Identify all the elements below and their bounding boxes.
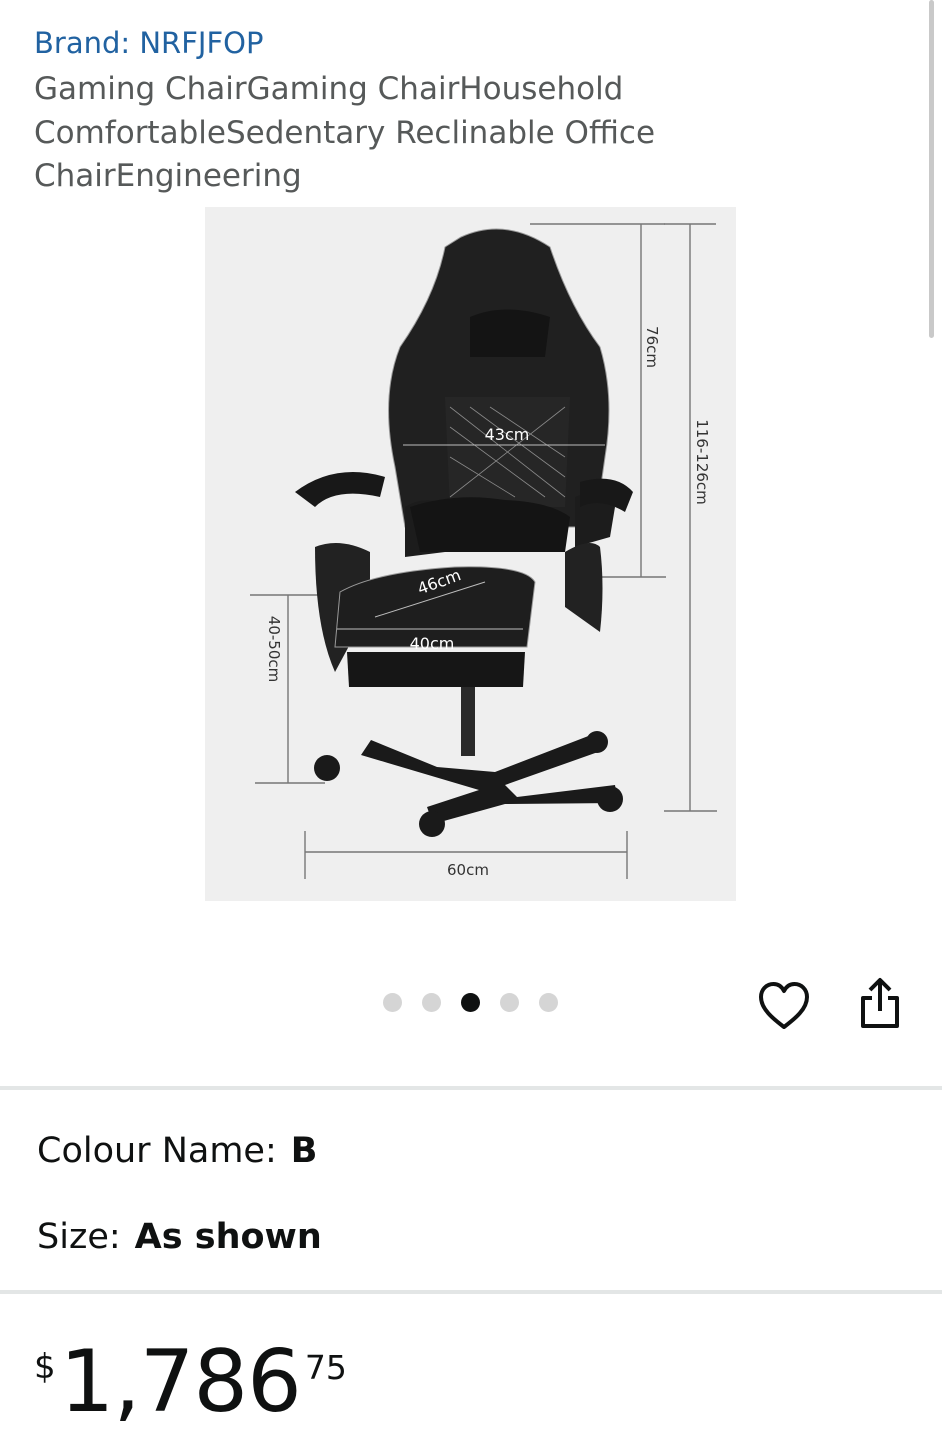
size-variation[interactable]: Size: As shown [37, 1217, 322, 1257]
colour-value: B [290, 1131, 318, 1171]
colour-variation[interactable]: Colour Name: B [37, 1131, 317, 1171]
size-value: As shown [134, 1217, 322, 1257]
carousel-dot[interactable] [539, 992, 558, 1012]
dim-seat-height: 40-50cm [265, 616, 283, 682]
size-label: Size: [37, 1217, 121, 1257]
wishlist-button[interactable] [757, 980, 811, 1032]
product-image[interactable]: 76cm 116-126cm 40-50cm 60cm 43cm 46cm 40… [205, 207, 736, 901]
colour-label: Colour Name: [37, 1131, 277, 1171]
carousel-dot-active[interactable] [461, 992, 480, 1012]
section-divider [0, 1290, 942, 1294]
product-title: Gaming ChairGaming ChairHousehold Comfor… [34, 71, 656, 194]
page-scrollbar[interactable] [929, 0, 934, 338]
dim-base-width: 60cm [447, 861, 489, 879]
share-icon [861, 978, 899, 1028]
dim-back-width: 43cm [485, 425, 530, 444]
brand-link[interactable]: Brand: NRFJFOP [34, 26, 263, 60]
dim-backrest-height: 76cm [643, 326, 661, 368]
share-button[interactable] [856, 976, 904, 1030]
dim-total-height: 116-126cm [693, 419, 711, 505]
price-whole: 1,786 [59, 1332, 302, 1432]
carousel-dot[interactable] [422, 992, 441, 1012]
carousel-dot[interactable] [383, 992, 402, 1012]
carousel-dot[interactable] [500, 992, 519, 1012]
image-carousel-dots [383, 990, 558, 1014]
section-divider [0, 1086, 942, 1090]
dim-seat-width: 40cm [410, 634, 455, 653]
price-fraction: 75 [304, 1348, 347, 1387]
heart-icon [759, 982, 809, 1029]
price-currency: $ [34, 1347, 56, 1387]
price: $ 1,786 75 [34, 1332, 347, 1432]
